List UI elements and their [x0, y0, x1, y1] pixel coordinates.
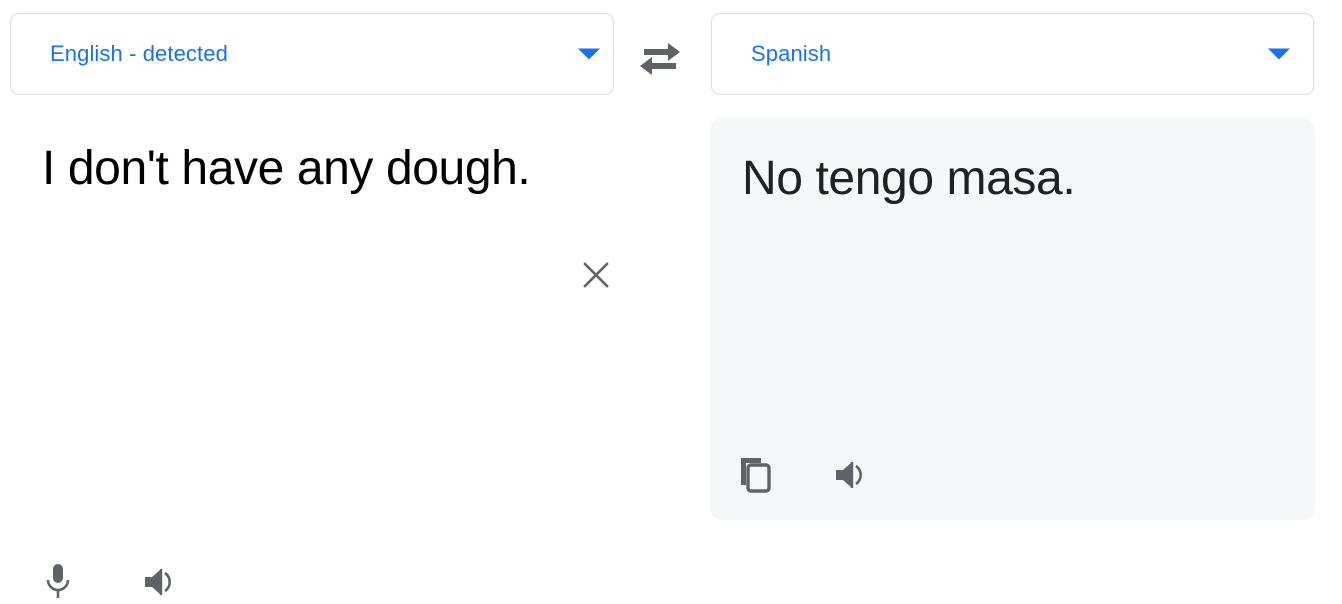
copy-translation-button[interactable]	[736, 453, 776, 497]
translated-text: No tengo masa.	[742, 152, 1076, 205]
chevron-down-icon	[1268, 48, 1290, 60]
listen-translation-button[interactable]	[832, 453, 872, 497]
language-bar: English - detected Spanish	[0, 0, 1342, 110]
listen-source-button[interactable]	[141, 560, 181, 604]
source-text-panel: I don't have any dough.	[0, 110, 680, 598]
swap-languages-button[interactable]	[636, 32, 684, 78]
swap-horizontal-icon	[640, 43, 680, 75]
microphone-icon	[46, 564, 70, 598]
target-language-label: Spanish	[751, 41, 832, 66]
translation-actions-row	[736, 453, 872, 497]
clear-source-text-button[interactable]	[578, 257, 614, 293]
chevron-down-icon	[578, 48, 600, 60]
copy-icon	[741, 458, 771, 493]
speaker-icon	[145, 569, 171, 595]
microphone-button[interactable]	[38, 560, 78, 604]
speaker-icon	[836, 462, 862, 488]
source-language-label: English - detected	[50, 41, 228, 66]
source-text-input[interactable]: I don't have any dough.	[42, 134, 542, 204]
target-language-dropdown[interactable]: Spanish	[711, 13, 1314, 95]
source-language-dropdown[interactable]: English - detected	[10, 13, 614, 95]
close-icon	[583, 262, 609, 288]
source-actions-row	[38, 560, 181, 604]
